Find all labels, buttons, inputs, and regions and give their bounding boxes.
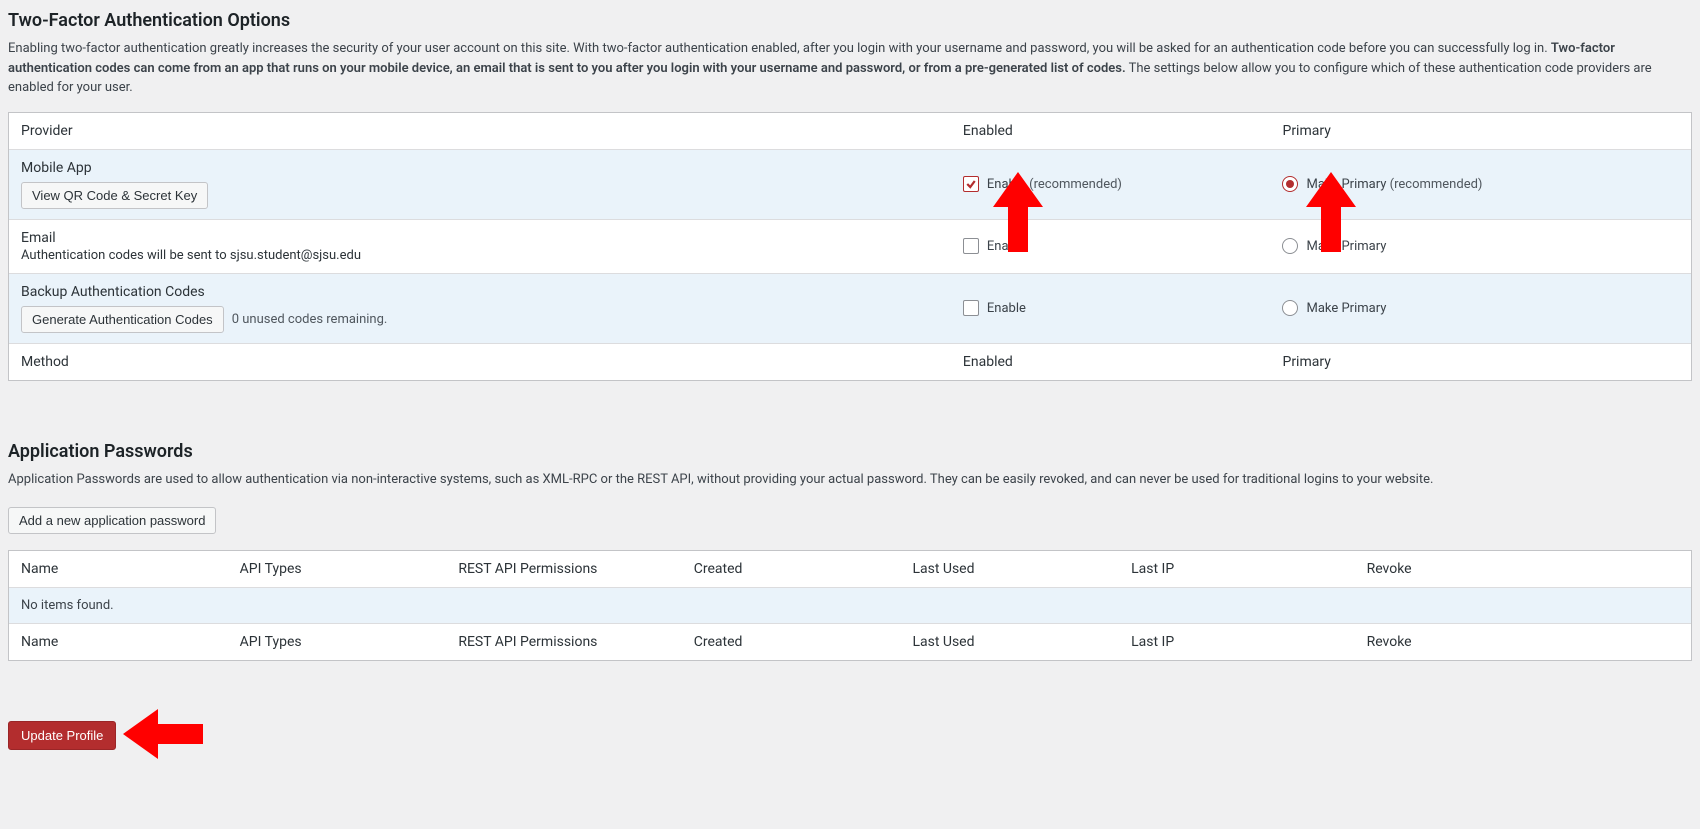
tf-last-ip: Last IP bbox=[1119, 624, 1354, 660]
enable-mobile-app[interactable]: Enable (recommended) bbox=[963, 176, 1259, 192]
tfa-footer-method: Method bbox=[9, 344, 951, 380]
th-last-ip: Last IP bbox=[1119, 551, 1354, 587]
submit-area: Update Profile bbox=[8, 721, 116, 750]
tfa-email-subtext: Authentication codes will be sent to sjs… bbox=[21, 248, 939, 263]
make-primary-label: Make Primary bbox=[1306, 301, 1386, 316]
tfa-footer-row: Method Enabled Primary bbox=[9, 343, 1691, 380]
checkbox-unchecked-icon bbox=[963, 238, 979, 254]
app-passwords-title: Application Passwords bbox=[8, 441, 1692, 462]
th-created: Created bbox=[682, 551, 901, 587]
checkbox-unchecked-icon bbox=[963, 300, 979, 316]
backup-codes-remaining: 0 unused codes remaining. bbox=[232, 312, 388, 327]
enable-label: Enable bbox=[987, 239, 1026, 254]
checkbox-checked-icon bbox=[963, 176, 979, 192]
tfa-intro-pre: Enabling two-factor authentication great… bbox=[8, 41, 1551, 56]
app-passwords-header-row: Name API Types REST API Permissions Crea… bbox=[9, 551, 1691, 587]
tf-name: Name bbox=[9, 624, 228, 660]
generate-codes-button[interactable]: Generate Authentication Codes bbox=[21, 306, 224, 333]
tfa-section: Two-Factor Authentication Options Enabli… bbox=[8, 10, 1692, 381]
tfa-table: Provider Enabled Primary Mobile App View… bbox=[8, 112, 1692, 381]
enable-backup-codes[interactable]: Enable bbox=[963, 300, 1259, 316]
app-passwords-section: Application Passwords Application Passwo… bbox=[8, 441, 1692, 662]
tfa-header-provider: Provider bbox=[9, 113, 951, 149]
recommended-label: (recommended) bbox=[1390, 177, 1483, 192]
th-name: Name bbox=[9, 551, 228, 587]
make-primary-label: Make Primary bbox=[1306, 177, 1386, 192]
tfa-header-primary: Primary bbox=[1270, 113, 1691, 149]
tf-created: Created bbox=[682, 624, 901, 660]
tf-revoke: Revoke bbox=[1355, 624, 1691, 660]
th-rest-perms: REST API Permissions bbox=[446, 551, 681, 587]
tfa-intro: Enabling two-factor authentication great… bbox=[8, 39, 1692, 98]
update-profile-button[interactable]: Update Profile bbox=[8, 721, 116, 750]
primary-email[interactable]: Make Primary bbox=[1282, 238, 1679, 254]
radio-unchecked-icon bbox=[1282, 300, 1298, 316]
tf-last-used: Last Used bbox=[900, 624, 1119, 660]
tfa-row-backup-codes: Backup Authentication Codes Generate Aut… bbox=[9, 273, 1691, 343]
annotation-arrow-icon bbox=[123, 709, 203, 759]
enable-email[interactable]: Enable bbox=[963, 238, 1259, 254]
enable-label: Enable bbox=[987, 177, 1026, 192]
view-qr-button[interactable]: View QR Code & Secret Key bbox=[21, 182, 208, 209]
no-items-found: No items found. bbox=[9, 588, 1691, 623]
tf-rest-perms: REST API Permissions bbox=[446, 624, 681, 660]
add-app-password-button[interactable]: Add a new application password bbox=[8, 507, 216, 534]
app-passwords-table: Name API Types REST API Permissions Crea… bbox=[8, 550, 1692, 661]
th-last-used: Last Used bbox=[900, 551, 1119, 587]
tfa-row-mobile-app: Mobile App View QR Code & Secret Key Ena… bbox=[9, 149, 1691, 219]
app-passwords-footer-row: Name API Types REST API Permissions Crea… bbox=[9, 623, 1691, 660]
tfa-header-row: Provider Enabled Primary bbox=[9, 113, 1691, 149]
tfa-mobile-app-label: Mobile App bbox=[21, 160, 939, 176]
primary-backup-codes[interactable]: Make Primary bbox=[1282, 300, 1679, 316]
tfa-footer-primary: Primary bbox=[1270, 344, 1691, 380]
tfa-footer-enabled: Enabled bbox=[951, 344, 1271, 380]
tfa-title: Two-Factor Authentication Options bbox=[8, 10, 1692, 31]
recommended-label: (recommended) bbox=[1029, 177, 1122, 192]
primary-mobile-app[interactable]: Make Primary (recommended) bbox=[1282, 176, 1679, 192]
tfa-email-label: Email bbox=[21, 230, 939, 246]
make-primary-label: Make Primary bbox=[1306, 239, 1386, 254]
app-passwords-intro: Application Passwords are used to allow … bbox=[8, 470, 1692, 490]
enable-label: Enable bbox=[987, 301, 1026, 316]
tfa-backup-label: Backup Authentication Codes bbox=[21, 284, 939, 300]
th-revoke: Revoke bbox=[1355, 551, 1691, 587]
tfa-header-enabled: Enabled bbox=[951, 113, 1271, 149]
tfa-row-email: Email Authentication codes will be sent … bbox=[9, 219, 1691, 273]
th-api-types: API Types bbox=[228, 551, 447, 587]
radio-unchecked-icon bbox=[1282, 238, 1298, 254]
tf-api-types: API Types bbox=[228, 624, 447, 660]
app-passwords-empty-row: No items found. bbox=[9, 587, 1691, 623]
radio-checked-icon bbox=[1282, 176, 1298, 192]
